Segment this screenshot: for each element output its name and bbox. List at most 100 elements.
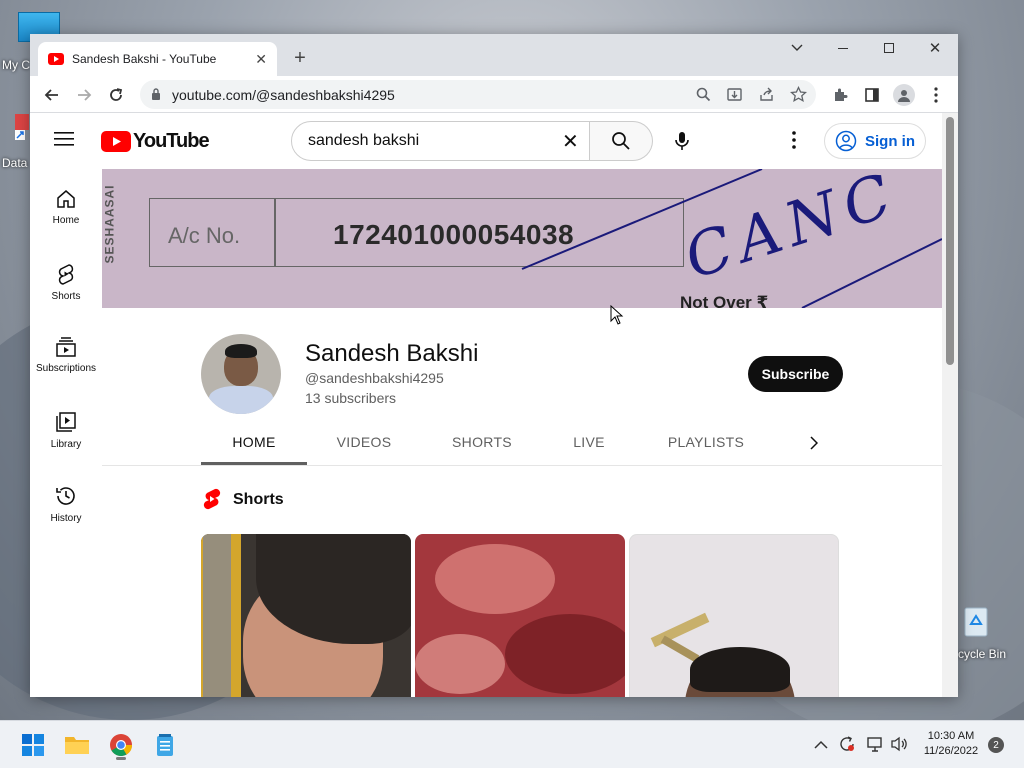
- mini-guide: Home Shorts Subscriptions Library Histor…: [30, 169, 102, 697]
- reload-button[interactable]: [102, 81, 130, 109]
- sidebar-item-shorts[interactable]: Shorts: [30, 263, 102, 333]
- short-thumbnail[interactable]: [629, 534, 839, 697]
- active-app-indicator: [116, 757, 126, 760]
- tab-playlists[interactable]: PLAYLISTS: [652, 423, 760, 465]
- maximize-icon: [884, 43, 894, 53]
- thumb-hair: [690, 647, 790, 692]
- channel-name: Sandesh Bakshi: [305, 340, 479, 367]
- profile-button[interactable]: [890, 81, 918, 109]
- subscriber-count: 13 subscribers: [305, 390, 397, 406]
- shorts-logo-icon: [203, 488, 221, 510]
- chevron-right-icon: [810, 436, 818, 450]
- clock[interactable]: 10:30 AM 11/26/2022: [918, 729, 984, 759]
- mouse-cursor-icon: [610, 305, 624, 325]
- sidebar-item-library[interactable]: Library: [30, 411, 102, 481]
- youtube-logo[interactable]: YouTube: [101, 130, 210, 153]
- side-panel-button[interactable]: [858, 81, 886, 109]
- clear-search-icon[interactable]: ✕: [562, 129, 579, 154]
- search-icon[interactable]: [696, 87, 711, 102]
- tab-shorts[interactable]: SHORTS: [435, 423, 529, 465]
- search-input[interactable]: [308, 132, 548, 150]
- search-button[interactable]: [590, 121, 653, 161]
- back-button[interactable]: [38, 81, 66, 109]
- voice-search-button[interactable]: [662, 121, 702, 161]
- forward-button[interactable]: [70, 81, 98, 109]
- bookmark-star-icon[interactable]: [790, 86, 807, 103]
- address-bar[interactable]: youtube.com/@sandeshbakshi4295: [140, 80, 816, 109]
- clock-time: 10:30 AM: [927, 730, 975, 742]
- shortcut-icon: [15, 114, 29, 140]
- show-hidden-icons-button[interactable]: [814, 737, 828, 755]
- taskbar-chrome[interactable]: [104, 729, 138, 761]
- kebab-menu-icon: [792, 131, 796, 149]
- tabs-divider: [102, 465, 942, 466]
- browser-tab[interactable]: Sandesh Bakshi - YouTube ✕: [38, 42, 277, 76]
- close-window-button[interactable]: ✕: [912, 34, 958, 62]
- start-button[interactable]: [16, 729, 50, 761]
- page-scrollbar[interactable]: [942, 113, 958, 697]
- banner-not-over-text: Not Over ₹: [680, 293, 769, 308]
- sign-in-button[interactable]: Sign in: [824, 123, 926, 159]
- home-icon: [57, 190, 75, 208]
- tabs-scroll-right-button[interactable]: [804, 433, 824, 453]
- banner-side-text: SESHAASAI: [102, 184, 117, 264]
- sign-in-label: Sign in: [865, 132, 915, 150]
- clock-date: 11/26/2022: [923, 745, 979, 757]
- notepad-icon: [157, 734, 173, 756]
- account-circle-icon: [835, 130, 857, 152]
- windows-logo-icon: [22, 734, 44, 756]
- shorts-section-title: Shorts: [233, 491, 284, 508]
- volume-button[interactable]: [890, 735, 908, 758]
- profile-avatar-icon: [893, 84, 915, 106]
- tab-home[interactable]: HOME: [201, 423, 307, 465]
- short-thumbnail[interactable]: [201, 534, 411, 697]
- install-app-icon[interactable]: [726, 86, 743, 103]
- minimize-button[interactable]: [820, 34, 866, 62]
- sidebar-item-subscriptions[interactable]: Subscriptions: [30, 337, 102, 407]
- channel-avatar[interactable]: [201, 334, 281, 414]
- guide-menu-button[interactable]: [54, 131, 78, 151]
- extensions-button[interactable]: [826, 81, 854, 109]
- shorts-icon: [58, 264, 74, 285]
- sidebar-item-label: Subscriptions: [35, 363, 97, 374]
- sync-status-button[interactable]: [838, 735, 856, 758]
- scrollbar-thumb[interactable]: [946, 117, 954, 365]
- reload-icon: [110, 88, 123, 101]
- search-box[interactable]: ✕: [291, 121, 590, 161]
- youtube-page: YouTube ✕ Sign in Home: [30, 113, 958, 697]
- sidebar-item-history[interactable]: History: [30, 485, 102, 555]
- notification-badge[interactable]: 2: [988, 737, 1004, 753]
- desktop-icon-recycle-bin[interactable]: [962, 604, 990, 641]
- short-thumbnail[interactable]: [415, 534, 625, 697]
- subscribe-button[interactable]: Subscribe: [748, 356, 843, 392]
- tab-close-icon[interactable]: ✕: [255, 51, 267, 68]
- taskbar: 10:30 AM 11/26/2022 2: [0, 720, 1024, 768]
- sidebar-item-label: History: [50, 513, 82, 524]
- url-text: youtube.com/@sandeshbakshi4295: [172, 87, 395, 103]
- tab-live[interactable]: LIVE: [554, 423, 624, 465]
- back-arrow-icon: [44, 89, 58, 101]
- tab-title: Sandesh Bakshi - YouTube: [72, 52, 217, 66]
- taskbar-file-explorer[interactable]: [60, 729, 94, 761]
- sync-icon: [840, 736, 854, 751]
- tab-search-button[interactable]: [774, 34, 820, 62]
- sidebar-item-label: Library: [50, 439, 82, 450]
- youtube-favicon-icon: [48, 53, 64, 65]
- forward-arrow-icon: [78, 89, 92, 101]
- share-icon[interactable]: [758, 86, 775, 103]
- chrome-menu-button[interactable]: [922, 81, 950, 109]
- maximize-button[interactable]: [866, 34, 912, 62]
- settings-menu-button[interactable]: [792, 131, 800, 151]
- youtube-logo-icon: [101, 131, 131, 152]
- network-button[interactable]: [866, 735, 884, 758]
- recycle-bin-icon: [964, 607, 988, 637]
- subscriptions-icon: [56, 337, 76, 357]
- avatar-hair: [225, 344, 257, 358]
- minimize-icon: [838, 47, 848, 49]
- taskbar-notepad[interactable]: [148, 729, 182, 761]
- sidebar-item-label: Home: [52, 215, 80, 226]
- avatar-shirt: [209, 386, 273, 414]
- tab-videos[interactable]: VIDEOS: [317, 423, 411, 465]
- sidebar-item-home[interactable]: Home: [30, 189, 102, 259]
- new-tab-button[interactable]: +: [288, 46, 312, 70]
